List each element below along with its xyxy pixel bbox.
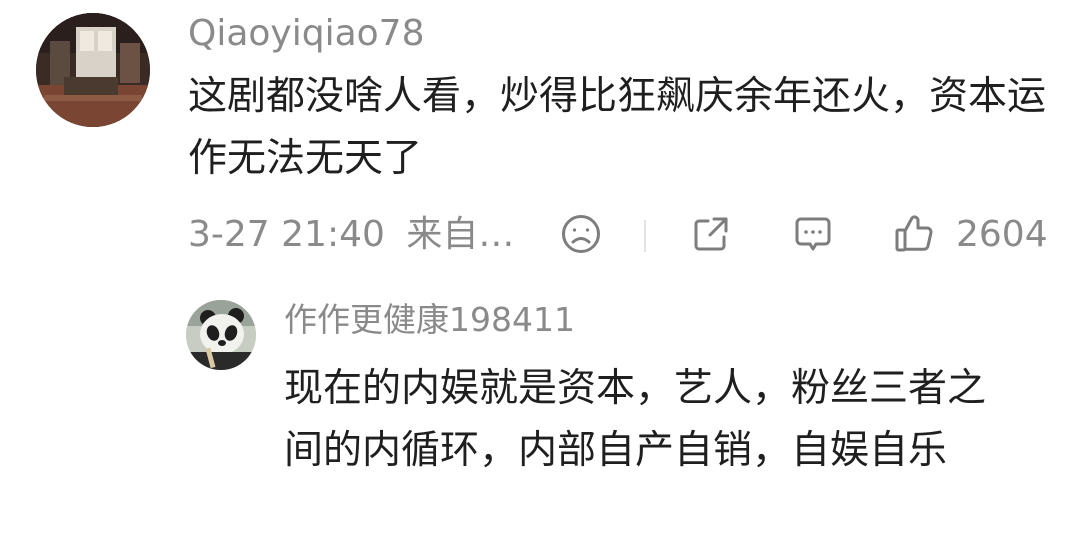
reply-username[interactable]: 作作更健康198411	[284, 300, 575, 340]
like-count: 2604	[956, 214, 1048, 255]
username[interactable]: Qiaoyiqiao78	[188, 12, 424, 56]
reply-text: 现在的内娱就是资本，艺人，粉丝三者之间的内循环，内部自产自销，自娱自乐	[284, 366, 987, 473]
avatar-image	[36, 13, 150, 127]
divider	[644, 220, 646, 252]
comment-actions: 3-27 21:40 来自… 2604	[188, 210, 1058, 260]
share-icon[interactable]	[690, 213, 732, 255]
sad-face-icon[interactable]	[560, 213, 602, 255]
comment-icon[interactable]	[792, 213, 834, 255]
panda-avatar-image	[186, 300, 256, 370]
thumbs-up-icon[interactable]	[892, 212, 936, 256]
comment-text: 这剧都没啥人看，炒得比狂飙庆余年还火，资本运作无法无天了	[188, 74, 1047, 181]
timestamp: 3-27 21:40	[188, 214, 385, 255]
avatar[interactable]	[36, 13, 150, 127]
timestamp-source: 3-27 21:40 来自…	[188, 210, 514, 260]
reply-avatar[interactable]	[186, 300, 256, 370]
source-label: 来自…	[406, 214, 515, 255]
